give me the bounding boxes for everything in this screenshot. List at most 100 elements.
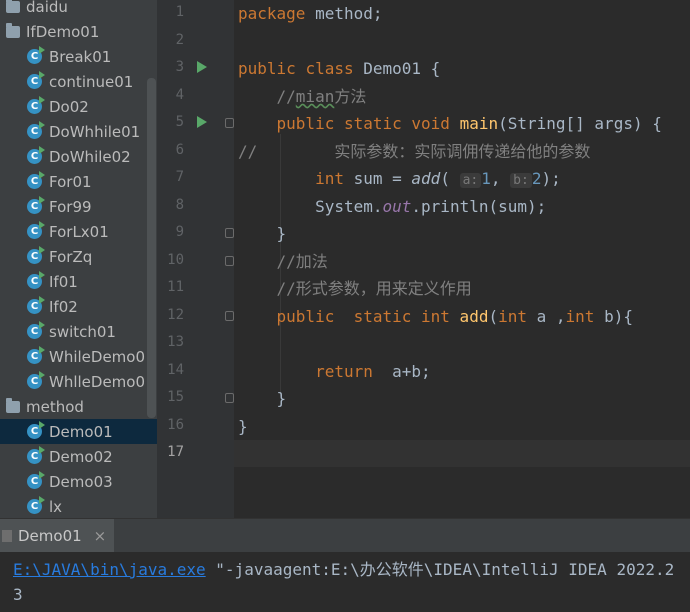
tree-item-label: WhlleDemo0 [49,372,146,391]
tree-item-label: ForLx01 [49,222,109,241]
console-output-line: 3 [13,585,23,604]
line-number: 1 [175,4,184,20]
code-line-6[interactable]: // 实际参数：实际调佣传递给他的参数 [238,138,590,165]
tree-class[interactable]: DoWhile02 [0,144,157,169]
tree-class[interactable]: Demo03 [0,469,157,494]
tree-class[interactable]: Break01 [0,44,157,69]
code-line-8[interactable]: System.out.println(sum); [238,193,546,220]
tree-class[interactable]: Do02 [0,94,157,119]
tree-item-label: Demo03 [49,472,113,491]
line-number: 5 [175,114,184,130]
tree-class[interactable]: switch01 [0,319,157,344]
code-line-12[interactable]: public static int add(int a ,int b){ [238,303,633,330]
param-hint-b: b: [510,173,532,188]
code-line-16[interactable]: } [238,413,248,440]
tree-item-label: For01 [49,172,92,191]
run-config-icon [2,529,12,542]
code-editor[interactable]: package method; public class Demo01 { //… [234,0,690,518]
line-number: 12 [167,306,184,323]
code-line-5[interactable]: public static void main(String[] args) { [238,110,662,137]
package-icon [6,397,20,413]
line-number: 4 [175,86,184,103]
java-class-icon [27,146,45,164]
code-line-1[interactable]: package method; [238,0,383,27]
project-tree[interactable]: daidu IfDemo01 Break01 continue01 Do02 DoWhhi… [0,0,157,518]
package-icon [6,0,20,13]
tree-item-label: ForZq [49,247,93,266]
java-class-icon [27,246,45,264]
run-tab-demo01[interactable]: Demo01 × [0,519,114,552]
line-number: 8 [175,196,184,213]
code-line-15[interactable]: } [238,385,287,412]
code-line-4[interactable]: //mian方法 [238,83,367,110]
java-class-icon [27,446,45,464]
tree-item-label: DoWhile02 [49,147,131,166]
run-console[interactable]: E:\JAVA\bin\java.exe "-javaagent:E:\办公软件… [0,552,690,612]
tree-class[interactable]: If01 [0,269,157,294]
tree-class[interactable]: If02 [0,294,157,319]
code-line-10[interactable]: //加法 [238,248,328,275]
tree-item-label: IfDemo01 [26,22,100,41]
run-gutter-icon[interactable] [197,116,207,128]
line-number: 11 [167,279,184,295]
line-number: 13 [167,334,184,350]
close-icon[interactable]: × [94,527,107,545]
tree-item-label: DoWhhile01 [49,122,141,141]
code-line-9[interactable]: } [238,220,287,247]
tree-scrollbar[interactable] [147,78,156,418]
tree-class[interactable]: continue01 [0,69,157,94]
tree-class[interactable]: For99 [0,194,157,219]
fold-marker-icon[interactable] [225,393,234,403]
java-class-icon [27,71,45,89]
tree-item-label: WhileDemo0 [49,347,146,366]
tree-package[interactable]: method [0,394,157,419]
tree-class[interactable]: WhlleDemo0 [0,369,157,394]
line-number: 9 [175,224,184,240]
tree-class[interactable]: For01 [0,169,157,194]
code-line-11[interactable]: //形式参数，用来定义作用 [238,275,472,302]
java-class-icon [27,296,45,314]
tree-item-label: daidu [26,0,68,16]
tree-class[interactable]: Demo02 [0,444,157,469]
fold-marker-icon[interactable] [225,255,234,266]
code-line-7[interactable]: int sum = add( a: 1, b: 2); [238,165,561,192]
line-number: 2 [175,31,184,48]
tree-package[interactable]: IfDemo01 [0,19,157,44]
tree-class[interactable]: Demo01 [0,419,157,444]
run-gutter-icon[interactable] [197,61,207,73]
editor-gutter: 1 2 3 4 5 6 7 8 9 10 11 12 13 14 15 16 17 [157,0,234,518]
tree-class[interactable]: lx [0,494,157,518]
code-line-3[interactable]: public class Demo01 { [238,55,440,82]
tree-item-label: If01 [49,272,78,291]
tree-item-label: Demo01 [49,422,113,441]
current-line-highlight [234,440,690,467]
tree-class[interactable]: DoWhhile01 [0,119,157,144]
package-icon [6,22,20,38]
tree-class[interactable]: ForLx01 [0,219,157,244]
tree-item-label: If02 [49,297,78,316]
fold-marker-icon[interactable] [225,118,234,128]
line-number: 14 [167,361,184,378]
java-class-icon [27,96,45,114]
code-line-14[interactable]: return a+b; [238,358,431,385]
java-exe-link[interactable]: E:\JAVA\bin\java.exe [13,560,206,579]
tree-item-label: method [26,397,84,416]
fold-marker-icon[interactable] [225,228,234,238]
line-number: 17 [167,444,184,460]
tree-item-label: For99 [49,197,92,216]
java-class-icon [27,271,45,289]
tree-package[interactable]: daidu [0,0,157,19]
line-number: 6 [175,141,184,158]
line-number: 15 [167,389,184,405]
line-number: 7 [175,169,184,185]
java-class-icon [27,171,45,189]
tree-item-label: switch01 [49,322,116,341]
tree-class[interactable]: WhileDemo0 [0,344,157,369]
line-number: 10 [167,251,184,268]
tree-class[interactable]: ForZq [0,244,157,269]
java-class-icon [27,496,45,514]
run-tool-window-header: Demo01 × [0,518,690,552]
fold-marker-icon[interactable] [225,310,234,321]
java-class-icon [27,121,45,139]
java-class-icon [27,221,45,239]
